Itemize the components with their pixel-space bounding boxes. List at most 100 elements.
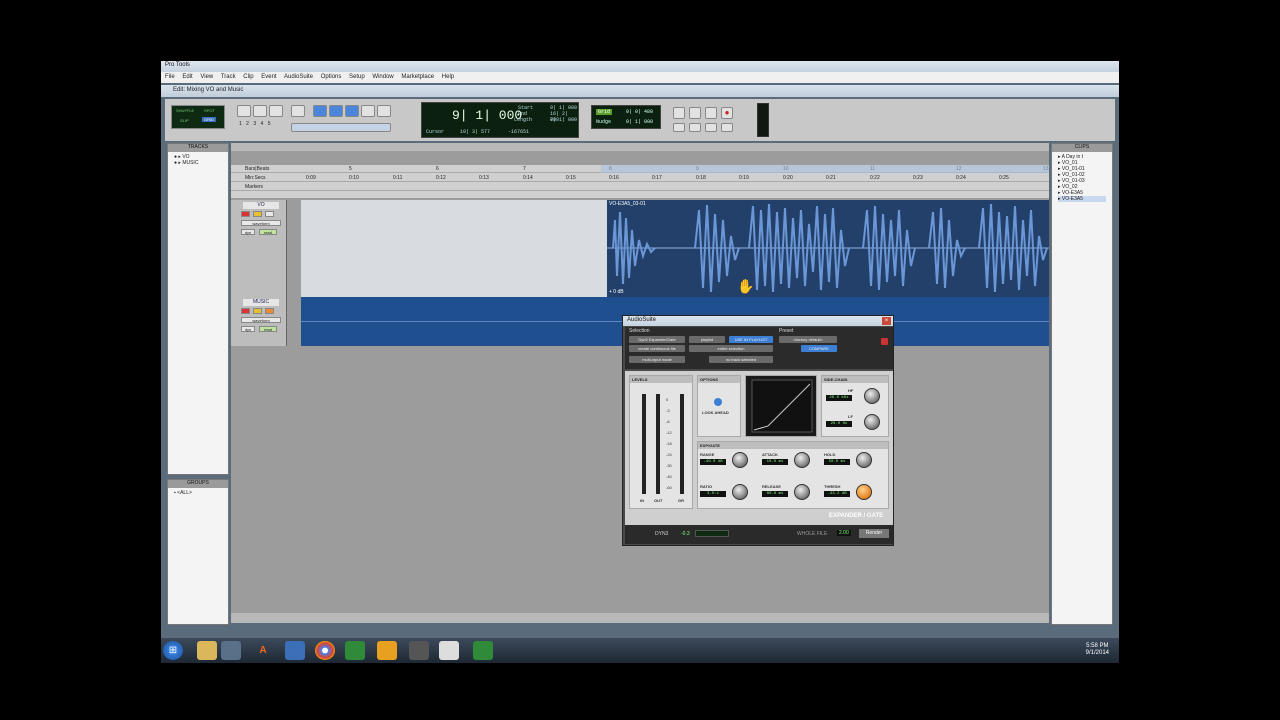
mode-grid[interactable]: GRID: [202, 117, 216, 122]
zoom-preset-1[interactable]: 1: [239, 121, 242, 127]
system-clock[interactable]: 5:58 PM 9/1/2014: [1086, 643, 1109, 657]
scrubber-tool-icon[interactable]: [361, 105, 375, 117]
audio-clip[interactable]: VO-E3A5_03-01 + 0 dB: [607, 200, 1049, 297]
release-readout[interactable]: 80.0 ms: [762, 491, 788, 497]
rec-button[interactable]: [241, 211, 250, 217]
markers-ruler[interactable]: Markers: [231, 183, 1049, 191]
mute-button[interactable]: [265, 308, 274, 314]
hold-readout[interactable]: 50.0 ms: [824, 459, 850, 465]
lf-knob[interactable]: [864, 414, 880, 430]
threshold-knob[interactable]: [856, 484, 872, 500]
solo-button[interactable]: [253, 308, 262, 314]
compare-button[interactable]: COMPARE: [801, 345, 837, 352]
group-item-all[interactable]: ▪ <ALL>: [174, 490, 222, 496]
track-dyn-button[interactable]: dyn: [241, 326, 255, 332]
mute-button[interactable]: [265, 211, 274, 217]
menu-options[interactable]: Options: [321, 74, 342, 80]
close-icon[interactable]: ×: [882, 317, 891, 325]
attack-readout[interactable]: 10.0 ms: [762, 459, 788, 465]
mode-slip[interactable]: SLIP: [180, 118, 189, 123]
menu-setup[interactable]: Setup: [349, 74, 365, 80]
menu-event[interactable]: Event: [261, 74, 276, 80]
menu-track[interactable]: Track: [221, 74, 236, 80]
excel-icon[interactable]: [345, 641, 365, 660]
edit-toggle-row[interactable]: [291, 123, 391, 132]
chrome-icon[interactable]: [315, 641, 335, 660]
stop-button[interactable]: [689, 107, 701, 119]
spreadsheet-icon[interactable]: [473, 641, 493, 660]
automation-mode[interactable]: read: [259, 326, 277, 332]
track-view-selector[interactable]: waveform: [241, 317, 281, 323]
lf-readout[interactable]: 20.0 Hz: [826, 421, 852, 427]
bypass-icon[interactable]: [881, 338, 888, 345]
track-view-selector[interactable]: waveform: [241, 220, 281, 226]
grid-label[interactable]: Grid: [596, 109, 613, 115]
mode-shuffle[interactable]: SHUFFLE: [176, 108, 194, 113]
selector-tool-icon[interactable]: [329, 105, 343, 117]
explorer-icon[interactable]: [197, 641, 217, 660]
zoom-preset-3[interactable]: 3: [253, 121, 256, 127]
timeline-selection[interactable]: [601, 165, 1049, 173]
window-icon[interactable]: [439, 641, 459, 660]
range-knob[interactable]: [732, 452, 748, 468]
pro-tools-icon[interactable]: [409, 641, 429, 660]
zoom-preset-2[interactable]: 2: [246, 121, 249, 127]
return-to-zero-button[interactable]: [673, 123, 685, 132]
hold-knob[interactable]: [856, 452, 872, 468]
track-vo-lane[interactable]: VO-E3A5_03-01 + 0 dB ✋: [301, 200, 1049, 297]
word-icon[interactable]: [285, 641, 305, 660]
automation-mode[interactable]: read: [259, 229, 277, 235]
use-in-playlist-button[interactable]: USE IN PLAYLIST: [729, 336, 773, 343]
play-button[interactable]: [705, 107, 717, 119]
hf-readout[interactable]: 20.0 kHz: [826, 395, 852, 401]
selection-mode-selector[interactable]: entire selection: [689, 345, 773, 352]
multi-input-mode-selector[interactable]: multi-input mode: [629, 356, 685, 363]
render-button[interactable]: Render: [859, 529, 889, 538]
pencil-tool-icon[interactable]: [377, 105, 391, 117]
media-player-icon[interactable]: [377, 641, 397, 660]
handle-length-field[interactable]: 2.00: [837, 530, 851, 536]
zoom-in-button[interactable]: [269, 105, 283, 117]
preset-selector[interactable]: <factory default>: [779, 336, 837, 343]
horizontal-scrollbar[interactable]: [231, 613, 1049, 623]
record-button[interactable]: ●: [721, 107, 733, 119]
attack-knob[interactable]: [794, 452, 810, 468]
ffwd-button[interactable]: [705, 123, 717, 132]
ratio-knob[interactable]: [732, 484, 748, 500]
audiosuite-title-bar[interactable]: AudioSuite ×: [623, 316, 893, 326]
menu-view[interactable]: View: [200, 74, 213, 80]
grid-value[interactable]: 0| 0| 480: [626, 109, 653, 115]
menu-file[interactable]: File: [165, 74, 175, 80]
plugin-selector[interactable]: Dyn3 Expander/Gate: [629, 336, 685, 343]
grabber-tool-icon[interactable]: [345, 105, 359, 117]
clip-item[interactable]: ▸ VO-E3A5: [1058, 196, 1106, 202]
rewind-button[interactable]: [673, 107, 685, 119]
nudge-label[interactable]: Nudge: [596, 119, 611, 125]
mode-spot[interactable]: SPOT: [204, 108, 215, 113]
zoom-preset-5[interactable]: 5: [268, 121, 271, 127]
playlist-selector[interactable]: playlist: [689, 336, 725, 343]
menu-help[interactable]: Help: [442, 74, 454, 80]
main-counter-value[interactable]: 9| 1| 000: [452, 108, 522, 123]
release-knob[interactable]: [794, 484, 810, 500]
menu-edit[interactable]: Edit: [182, 74, 192, 80]
menu-clip[interactable]: Clip: [243, 74, 253, 80]
menu-marketplace[interactable]: Marketplace: [401, 74, 434, 80]
zoom-preset-4[interactable]: 4: [261, 121, 264, 127]
horizontal-overview-bar[interactable]: [231, 143, 1049, 151]
zoom-audio-button[interactable]: [253, 105, 267, 117]
avid-icon[interactable]: A: [253, 641, 273, 660]
solo-button[interactable]: [253, 211, 262, 217]
trim-tool-icon[interactable]: [313, 105, 327, 117]
track-music-name[interactable]: MUSIC: [243, 299, 279, 306]
app-icon[interactable]: [221, 641, 241, 660]
min-secs-ruler[interactable]: Min:Secs 0:09 0:10 0:11 0:12 0:13 0:14 0…: [231, 174, 1049, 182]
rec-button[interactable]: [241, 308, 250, 314]
sidechain-key-selector[interactable]: no track selected: [709, 356, 773, 363]
threshold-readout[interactable]: -43.2 dB: [824, 491, 850, 497]
track-vo-name[interactable]: VO: [243, 202, 279, 209]
menu-window[interactable]: Window: [372, 74, 393, 80]
go-to-end-button[interactable]: [721, 123, 733, 132]
hf-knob[interactable]: [864, 388, 880, 404]
track-dyn-button[interactable]: dyn: [241, 229, 255, 235]
